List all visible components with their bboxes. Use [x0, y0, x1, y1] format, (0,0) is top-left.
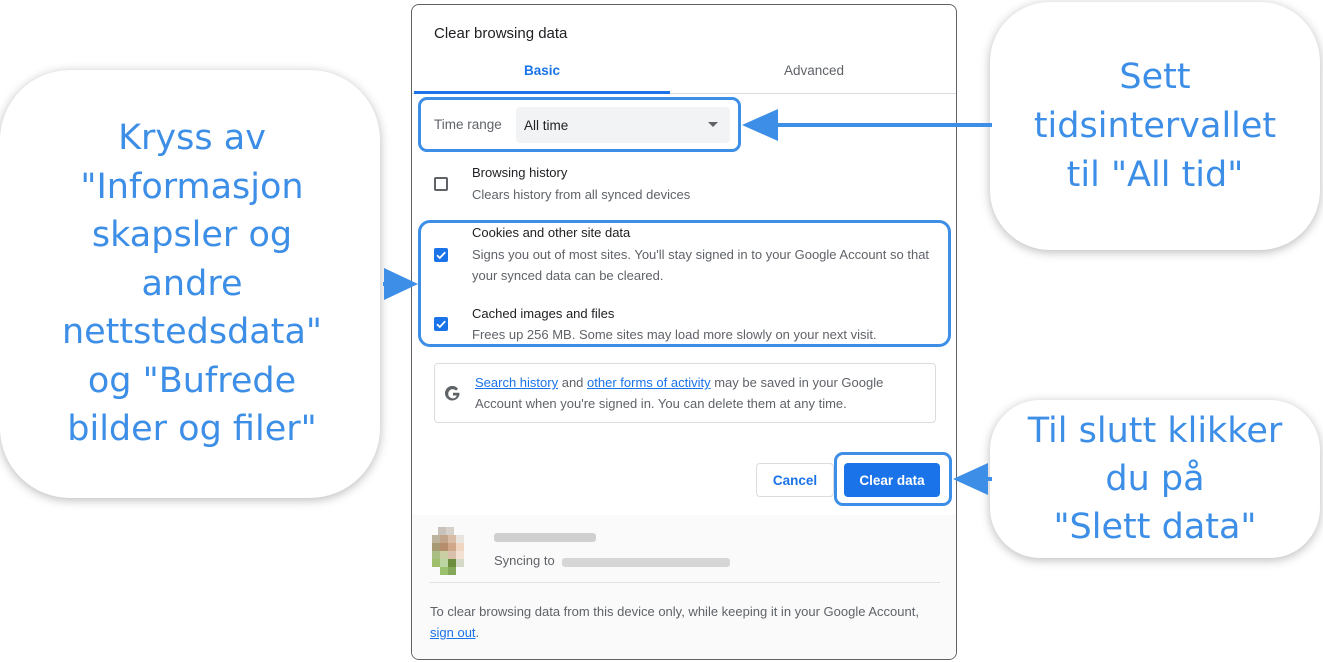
tutorial-screenshot: Kryss av "Informasjon skapsler og andre … [0, 0, 1323, 662]
annotation-arrows [383, 109, 992, 495]
arrow-head-icon [742, 109, 778, 141]
arrow-head-icon [953, 463, 988, 495]
arrow-head-icon [384, 268, 418, 300]
